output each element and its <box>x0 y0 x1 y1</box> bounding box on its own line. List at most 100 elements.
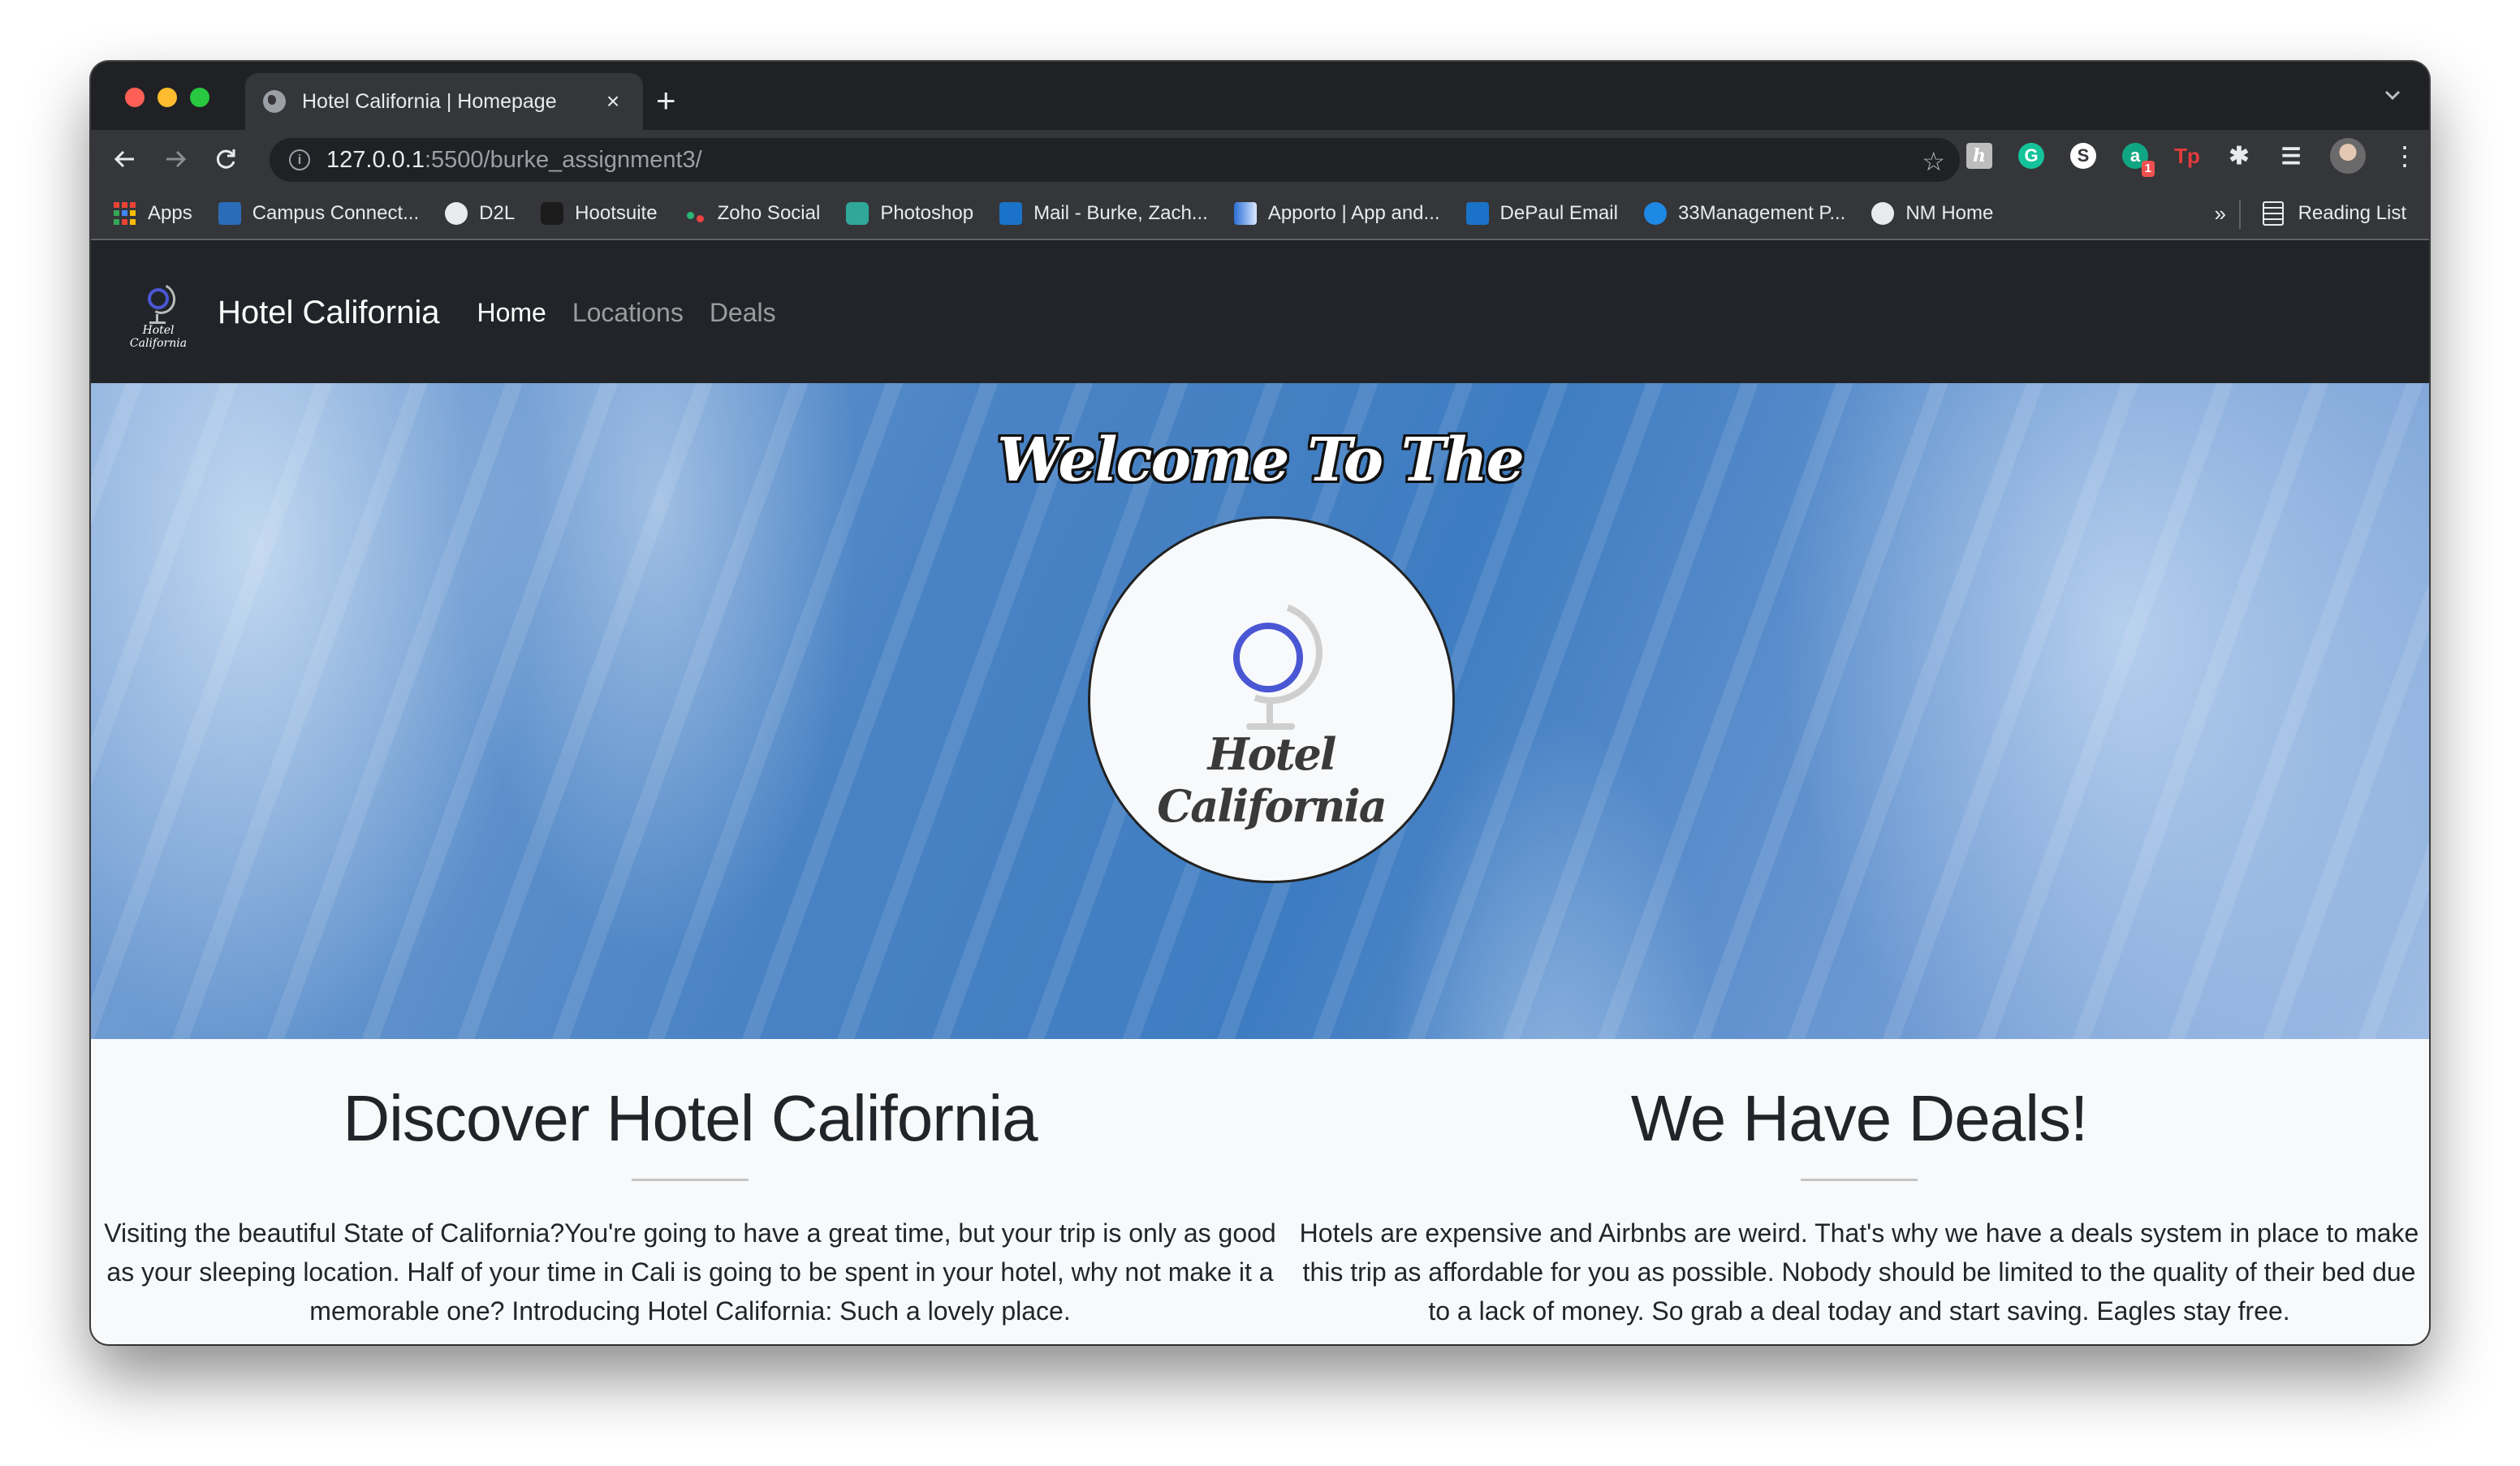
outlook-icon <box>999 202 1023 225</box>
logo-script-text: Hotel California <box>129 324 188 350</box>
address-bar[interactable]: i 127.0.0.1:5500/burke_assignment3/ ☆ <box>270 138 1960 182</box>
33management-icon <box>1643 202 1667 225</box>
bookmark-label: Apps <box>148 202 192 224</box>
honey-extension-icon[interactable]: h <box>1966 143 1992 169</box>
globe-icon <box>263 90 286 113</box>
close-tab-icon[interactable]: × <box>601 88 625 114</box>
bookmark-d2l[interactable]: D2L <box>445 202 515 225</box>
tab-strip: Hotel California | Homepage × + <box>91 62 2429 130</box>
bookmark-nm-home[interactable]: NM Home <box>1871 202 1993 225</box>
nav-link-locations[interactable]: Locations <box>572 298 684 328</box>
reading-list-icon <box>2262 201 2284 226</box>
site-navbar: Hotel California Hotel California Home L… <box>91 242 2429 383</box>
browser-window: Hotel California | Homepage × + i 127.0.… <box>91 62 2429 1344</box>
minimize-window-button[interactable] <box>158 88 177 107</box>
photoshop-icon <box>846 202 869 225</box>
section-divider <box>632 1179 749 1181</box>
grammarly-extension-icon[interactable]: G <box>2018 143 2044 169</box>
site-logo[interactable]: Hotel California <box>114 278 203 350</box>
hero-logo-script: Hotel California <box>1157 728 1387 832</box>
reading-list-button[interactable]: Reading List <box>2262 201 2406 226</box>
a-extension-glyph: a <box>2129 145 2141 166</box>
zoho-icon <box>684 202 706 225</box>
deals-heading: We Have Deals! <box>1630 1082 2089 1154</box>
bookmark-label: DePaul Email <box>1499 202 1618 224</box>
tab-search-chevron-icon[interactable] <box>2380 83 2405 107</box>
media-control-icon[interactable]: ☰ <box>2278 143 2304 169</box>
hero-banner: Welcome To The Hotel California <box>91 383 2429 1039</box>
more-menu-icon[interactable]: ⋮ <box>2392 143 2418 169</box>
extensions-area: h G S a1 Tp ✱ ☰ ⋮ <box>1966 138 2418 177</box>
apps-grid-icon <box>114 202 136 225</box>
bookmark-apps[interactable]: Apps <box>114 202 192 225</box>
bookmark-apporto[interactable]: Apporto | App and... <box>1233 202 1440 225</box>
deals-text: Hotels are expensive and Airbnbs are wei… <box>1299 1218 2419 1326</box>
bookmark-33management[interactable]: 33Management P... <box>1643 202 1846 225</box>
globe-icon <box>1871 202 1895 225</box>
hero-logo: Hotel California <box>1088 516 1455 883</box>
tp-extension-icon[interactable]: Tp <box>2174 143 2200 169</box>
url-path: :5500/burke_assignment3/ <box>424 146 702 173</box>
maximize-window-button[interactable] <box>190 88 209 107</box>
apporto-icon <box>1233 202 1257 225</box>
close-window-button[interactable] <box>125 88 145 107</box>
bookmark-label: Campus Connect... <box>252 202 420 224</box>
new-tab-button[interactable]: + <box>656 80 676 122</box>
bookmark-mail[interactable]: Mail - Burke, Zach... <box>999 202 1208 225</box>
bookmark-label: NM Home <box>1905 202 1994 224</box>
reload-icon <box>216 149 235 169</box>
browser-toolbar: i 127.0.0.1:5500/burke_assignment3/ ☆ h … <box>91 130 2429 188</box>
profile-avatar[interactable] <box>2330 138 2366 174</box>
reading-list-label: Reading List <box>2298 202 2406 224</box>
window-controls <box>125 88 209 107</box>
forward-button[interactable] <box>159 143 192 175</box>
bookmark-zoho-social[interactable]: Zoho Social <box>684 202 821 225</box>
tab-active[interactable]: Hotel California | Homepage × <box>245 73 643 130</box>
nav-link-deals[interactable]: Deals <box>710 298 776 328</box>
bookmark-campus-connect[interactable]: Campus Connect... <box>218 202 419 225</box>
back-button[interactable] <box>109 143 141 175</box>
bookmarks-overflow-button[interactable]: » <box>2215 201 2226 226</box>
bookmarks-bar: Apps Campus Connect... D2L Hootsuite Zoh… <box>91 188 2429 240</box>
page-viewport: Hotel California Hotel California Home L… <box>91 242 2429 1344</box>
welcome-heading: Welcome To The <box>997 425 1524 495</box>
deals-column: We Have Deals! Hotels are expensive and … <box>1289 1083 2429 1344</box>
extensions-puzzle-icon[interactable]: ✱ <box>2226 143 2252 170</box>
bookmark-label: Photoshop <box>880 202 974 224</box>
outlook-icon <box>1465 202 1489 225</box>
navbar-brand[interactable]: Hotel California <box>218 295 439 331</box>
url-text[interactable]: 127.0.0.1:5500/burke_assignment3/ <box>326 147 702 174</box>
campus-connect-icon <box>218 202 241 225</box>
content-section: Discover Hotel California Visiting the b… <box>91 1039 2429 1344</box>
bookmark-label: Mail - Burke, Zach... <box>1033 202 1208 224</box>
tab-title: Hotel California | Homepage <box>302 89 557 113</box>
s-extension-icon[interactable]: S <box>2070 143 2096 169</box>
site-info-icon[interactable]: i <box>289 149 310 170</box>
bookmark-label: Hootsuite <box>575 202 658 224</box>
bookmark-label: 33Management P... <box>1677 202 1846 224</box>
discover-heading: Discover Hotel California <box>343 1082 1038 1154</box>
a-extension-icon[interactable]: a1 <box>2122 143 2155 177</box>
discover-text: Visiting the beautiful State of Californ… <box>104 1218 1276 1326</box>
bookmark-depaul-email[interactable]: DePaul Email <box>1465 202 1618 225</box>
globe-icon <box>445 202 468 225</box>
reload-button[interactable] <box>209 143 242 175</box>
discover-column: Discover Hotel California Visiting the b… <box>91 1083 1289 1344</box>
notification-badge: 1 <box>2141 161 2155 177</box>
bookmark-photoshop[interactable]: Photoshop <box>846 202 973 225</box>
bookmark-hootsuite[interactable]: Hootsuite <box>541 202 658 225</box>
globe-icon <box>148 288 169 309</box>
arrow-left-icon <box>114 150 134 168</box>
arrow-right-icon <box>166 150 187 168</box>
hootsuite-icon <box>541 202 564 225</box>
bookmark-label: Apporto | App and... <box>1267 202 1440 224</box>
section-divider <box>1801 1179 1918 1181</box>
bookmark-label: Zoho Social <box>717 202 821 224</box>
logo-stem <box>1266 704 1273 725</box>
bookmarks-divider <box>2239 200 2241 229</box>
url-host: 127.0.0.1 <box>326 146 425 173</box>
bookmark-star-icon[interactable]: ☆ <box>1922 146 1945 177</box>
globe-icon <box>1233 623 1303 692</box>
bookmark-label: D2L <box>479 202 516 224</box>
nav-link-home[interactable]: Home <box>477 298 546 328</box>
